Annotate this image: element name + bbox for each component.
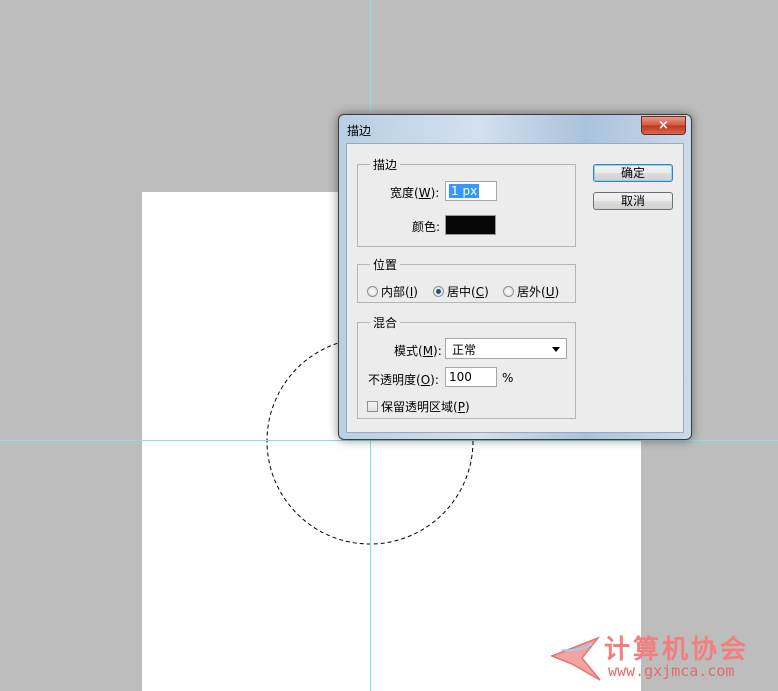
- ok-button[interactable]: 确定: [593, 164, 673, 182]
- dialog-title: 描边: [347, 124, 372, 138]
- watermark: 计算机协会 www.gxjmca.com: [548, 628, 770, 686]
- color-label: 颜色:: [412, 220, 441, 234]
- blend-mode-value: 正常: [452, 343, 477, 357]
- horizontal-guide[interactable]: [0, 440, 778, 441]
- width-input[interactable]: 1 px: [445, 181, 497, 201]
- watermark-url: www.gxjmca.com: [608, 662, 735, 680]
- stroke-dialog: 描边 × 描边 宽度(W): 1 px 颜色: 位置 内部(I) 居中(C) 居…: [338, 114, 692, 440]
- opacity-unit: %: [502, 371, 514, 385]
- dialog-titlebar[interactable]: 描边 ×: [339, 115, 691, 143]
- opacity-label: 不透明度(O):: [368, 373, 439, 387]
- radio-outside-icon: [503, 286, 514, 297]
- mode-label: 模式(M):: [394, 344, 442, 358]
- radio-inside-icon: [367, 286, 378, 297]
- width-label: 宽度(W):: [390, 186, 440, 200]
- chevron-down-icon: [552, 347, 560, 352]
- radio-center-icon: [433, 286, 444, 297]
- stroke-color-swatch[interactable]: [445, 215, 496, 235]
- checkbox-icon: [367, 401, 378, 412]
- radio-center[interactable]: 居中(C): [433, 283, 489, 300]
- preserve-transparency-checkbox[interactable]: 保留透明区域(P): [367, 398, 470, 415]
- radio-inside[interactable]: 内部(I): [367, 283, 418, 300]
- opacity-input[interactable]: 100: [445, 367, 497, 387]
- watermark-title: 计算机协会: [604, 635, 750, 665]
- dialog-client-area: 描边 宽度(W): 1 px 颜色: 位置 内部(I) 居中(C) 居外(U) …: [346, 143, 684, 433]
- radio-outside[interactable]: 居外(U): [503, 283, 559, 300]
- blend-mode-select[interactable]: 正常: [445, 338, 567, 359]
- watermark-logo-icon: [549, 636, 601, 681]
- width-value: 1 px: [449, 184, 480, 198]
- stroke-group-legend: 描边: [373, 158, 398, 172]
- close-button[interactable]: ×: [641, 116, 686, 135]
- cancel-button[interactable]: 取消: [593, 192, 673, 210]
- blend-group-legend: 混合: [373, 316, 398, 330]
- position-group-legend: 位置: [373, 258, 398, 272]
- opacity-value: 100: [449, 370, 472, 384]
